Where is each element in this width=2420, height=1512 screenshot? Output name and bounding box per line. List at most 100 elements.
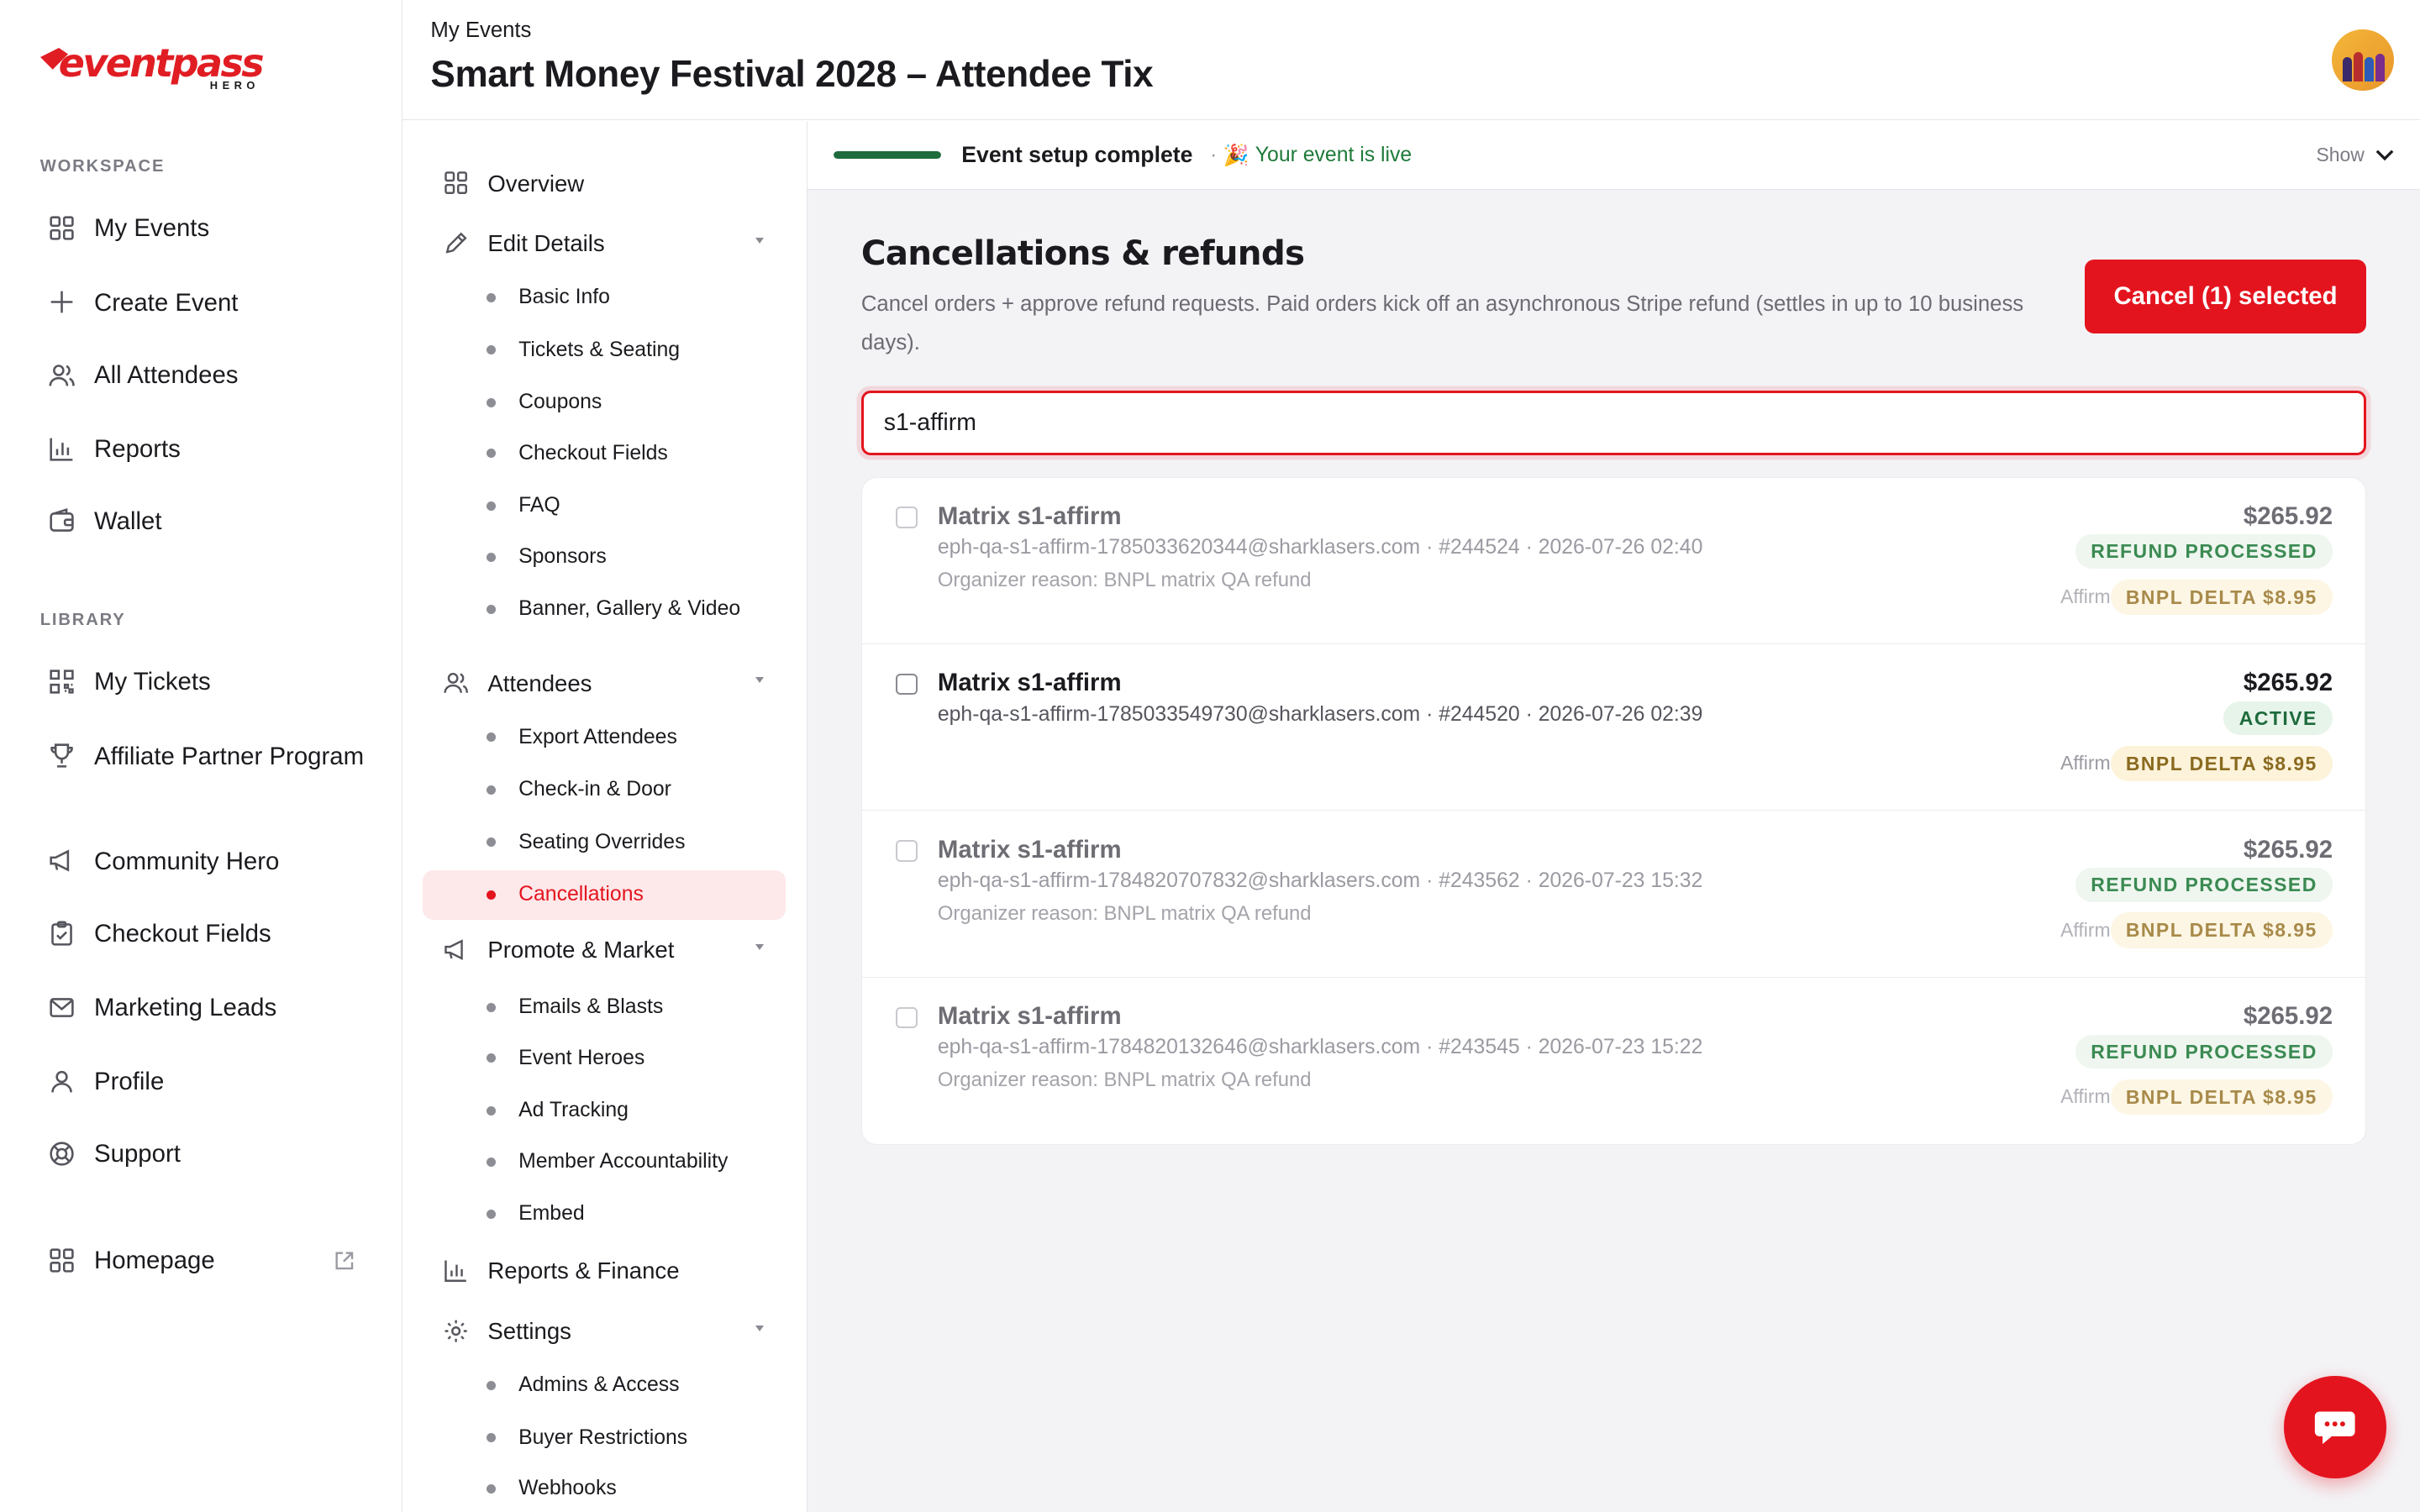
nav-sub-label: Check-in & Door [518, 778, 671, 801]
sidebar-item-label: Homepage [94, 1247, 215, 1275]
tab-settings[interactable]: Settings [443, 1315, 786, 1348]
event-header: My Events Smart Money Festival 2028 – At… [402, 0, 2420, 121]
status-badge: REFUND PROCESSED [2075, 1034, 2333, 1068]
chevron-down-icon[interactable] [755, 677, 765, 683]
order-row[interactable]: Matrix s1-affirm eph-qa-s1-affirm-178503… [861, 478, 2365, 644]
order-amount: $265.92 [2243, 835, 2333, 864]
nav-sub-member-accountability[interactable]: Member Accountability [486, 1147, 729, 1178]
nav-sub-label: Basic Info [518, 286, 610, 309]
bullet [486, 292, 496, 302]
chevron-down-icon[interactable] [755, 944, 765, 950]
nav-sub-banner-gallery[interactable]: Banner, Gallery & Video [486, 594, 740, 625]
sidebar-item-profile[interactable]: Profile [46, 1066, 371, 1099]
order-row[interactable]: Matrix s1-affirm eph-qa-s1-affirm-178482… [861, 811, 2365, 978]
trophy-icon [46, 741, 77, 772]
nav-sub-buyer-restrictions[interactable]: Buyer Restrictions [486, 1422, 688, 1453]
breadcrumb[interactable]: My Events [430, 18, 531, 43]
nav-sub-embed[interactable]: Embed [486, 1199, 585, 1230]
bullet [486, 1433, 496, 1443]
nav-sub-export-attendees[interactable]: Export Attendees [486, 722, 677, 753]
sidebar-item-affiliate[interactable]: Affiliate Partner Program [46, 741, 371, 774]
row-checkbox[interactable] [896, 840, 918, 862]
tab-promote-market[interactable]: Promote & Market [443, 933, 786, 967]
bnpl-badge: BNPL DELTA $8.95 [2110, 579, 2333, 615]
main-content: Event setup complete · 🎉 Your event is l… [807, 122, 2420, 1512]
tab-attendees[interactable]: Attendees [443, 666, 786, 700]
sidebar-item-my-events[interactable]: My Events [46, 213, 371, 245]
sidebar-item-my-tickets[interactable]: My Tickets [46, 666, 371, 699]
chat-button[interactable] [2284, 1376, 2386, 1478]
nav-sub-emails-blasts[interactable]: Emails & Blasts [486, 992, 663, 1023]
megaphone-icon [46, 846, 77, 877]
bullet [486, 1002, 496, 1012]
party-icon: 🎉 [1223, 144, 1249, 167]
sidebar-item-label: My Events [94, 214, 210, 243]
tab-overview[interactable]: Overview [443, 166, 786, 200]
nav-sub-label: Buyer Restrictions [518, 1425, 688, 1449]
sidebar-item-wallet[interactable]: Wallet [46, 506, 371, 538]
nav-sub-label: Admins & Access [518, 1373, 680, 1397]
sidebar-item-checkout-fields[interactable]: Checkout Fields [46, 918, 371, 951]
order-meta: eph-qa-s1-affirm-1785033549730@sharklase… [937, 702, 1703, 726]
nav-sub-event-heroes[interactable]: Event Heroes [486, 1043, 644, 1074]
nav-sub-webhooks[interactable]: Webhooks [486, 1473, 617, 1504]
avatar[interactable] [2332, 29, 2394, 92]
sidebar-item-label: All Attendees [94, 360, 239, 389]
sidebar-item-label: Reports [94, 435, 181, 464]
nav-sub-tickets-seating[interactable]: Tickets & Seating [486, 335, 680, 366]
section-title: Cancellations & refunds [860, 233, 1305, 274]
sidebar-item-community-hero[interactable]: Community Hero [46, 846, 371, 879]
nav-sub-checkout-fields[interactable]: Checkout Fields [486, 438, 668, 470]
nav-sub-faq[interactable]: FAQ [486, 491, 560, 522]
nav-sub-label: Webhooks [518, 1477, 617, 1500]
sidebar-item-support[interactable]: Support [46, 1138, 371, 1171]
tab-edit-details[interactable]: Edit Details [443, 227, 786, 260]
sidebar-item-all-attendees[interactable]: All Attendees [46, 360, 371, 392]
nav-sub-cancellations[interactable]: Cancellations [486, 879, 644, 911]
nav-sub-basic-info[interactable]: Basic Info [486, 282, 610, 313]
sidebar-item-label: Affiliate Partner Program [94, 742, 365, 770]
nav-label: Attendees [487, 669, 592, 696]
chevron-down-icon[interactable] [755, 1325, 765, 1331]
payment-provider: Affirm [2060, 1085, 2111, 1108]
row-checkbox[interactable] [896, 1006, 918, 1029]
nav-sub-sponsors[interactable]: Sponsors [486, 542, 607, 573]
nav-sub-seating-overrides[interactable]: Seating Overrides [486, 827, 685, 858]
show-label: Show [2316, 143, 2365, 165]
sidebar-item-homepage[interactable]: Homepage [46, 1245, 371, 1278]
tab-reports-finance[interactable]: Reports & Finance [443, 1254, 786, 1288]
sidebar-item-label: Wallet [94, 507, 162, 536]
order-name: Matrix s1-affirm [937, 1001, 1122, 1030]
setup-status-text: Event setup complete [961, 141, 1193, 167]
bullet [486, 1483, 496, 1494]
eventpass-logo[interactable]: eventpass HERO [39, 40, 272, 96]
nav-sub-coupons[interactable]: Coupons [486, 387, 602, 418]
nav-sub-label: Member Accountability [518, 1150, 729, 1173]
sidebar-item-reports[interactable]: Reports [46, 433, 371, 466]
row-checkbox[interactable] [896, 673, 918, 696]
sidebar-item-create-event[interactable]: Create Event [46, 287, 371, 320]
order-row[interactable]: Matrix s1-affirm eph-qa-s1-affirm-178482… [862, 978, 2365, 1144]
row-checkbox[interactable] [896, 507, 918, 529]
cancel-selected-button[interactable]: Cancel (1) selected [2085, 259, 2366, 333]
external-link-icon[interactable] [334, 1250, 355, 1272]
order-row[interactable]: Matrix s1-affirm eph-qa-s1-affirm-178503… [861, 644, 2365, 811]
nav-label: Promote & Market [487, 937, 675, 963]
bullet [486, 1209, 496, 1219]
order-name: Matrix s1-affirm [937, 835, 1122, 864]
search-input[interactable] [860, 390, 2366, 455]
sidebar-item-marketing-leads[interactable]: Marketing Leads [46, 992, 371, 1025]
bullet [486, 449, 496, 459]
nav-sub-admins-access[interactable]: Admins & Access [486, 1370, 680, 1401]
nav-sub-ad-tracking[interactable]: Ad Tracking [486, 1095, 629, 1126]
chevron-down-icon[interactable] [755, 237, 765, 244]
status-badge: ACTIVE [2223, 701, 2333, 736]
show-toggle[interactable]: Show [2316, 143, 2394, 166]
bar-chart-icon [46, 433, 77, 465]
payment-provider: Affirm [2060, 918, 2111, 941]
nav-sub-label: FAQ [518, 494, 560, 517]
user-icon [46, 1066, 77, 1097]
bullet [486, 1053, 496, 1063]
sidebar-item-label: Marketing Leads [94, 993, 277, 1021]
nav-sub-check-in-door[interactable]: Check-in & Door [486, 774, 671, 806]
